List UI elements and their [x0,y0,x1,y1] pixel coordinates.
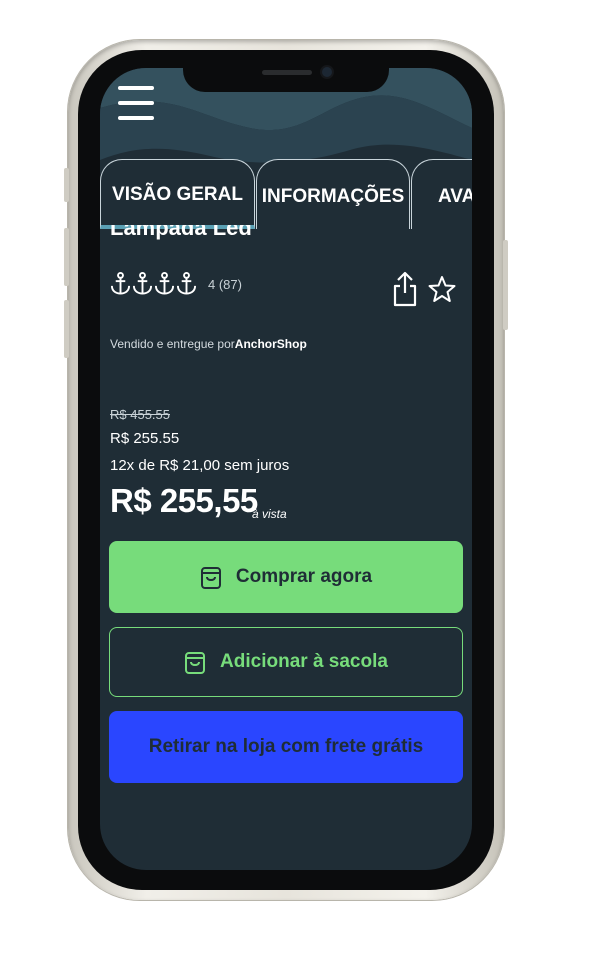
cash-price-label: à vista [252,507,287,521]
star-icon[interactable] [428,275,456,303]
add-to-bag-button[interactable]: Adicionar à sacola [109,627,463,697]
store-pickup-label: Retirar na loja com frete grátis [148,736,424,757]
phone-screen: VISÃO GERAL INFORMAÇÕES AVA Lampada Led [100,68,472,870]
seller-name[interactable]: AnchorShop [235,337,307,351]
tab-visao-geral[interactable]: VISÃO GERAL [100,159,255,229]
rating-count: 4 (87) [208,276,242,292]
buy-now-label: Comprar agora [235,566,373,587]
front-camera [322,67,332,77]
seller-prefix: Vendido e entregue por [110,337,235,351]
installments-info: 12x de R$ 21,00 sem juros [110,457,290,474]
anchor-icon [154,271,175,295]
anchor-icon [132,271,153,295]
rating: 4 (87) [110,271,242,297]
side-button [64,228,69,286]
share-icon[interactable] [392,271,418,307]
current-price: R$ 255.55 [110,430,180,447]
anchor-icon [176,271,197,295]
old-price: R$ 455.55 [110,407,170,422]
side-button [503,240,508,330]
seller-info: Vendido e entregue porAnchorShop [110,337,307,351]
tab-informacoes[interactable]: INFORMAÇÕES [256,159,410,229]
side-button [64,300,69,358]
store-pickup-button[interactable]: Retirar na loja com frete grátis [109,711,463,783]
shopping-bag-icon [185,652,206,674]
tab-bar: VISÃO GERAL INFORMAÇÕES AVA [100,159,472,231]
cash-price: R$ 255,55 [110,482,258,519]
hamburger-menu-icon[interactable] [118,86,154,120]
buy-now-button[interactable]: Comprar agora [109,541,463,613]
speaker-grille [262,70,312,75]
shopping-bag-icon [200,567,221,589]
add-to-bag-label: Adicionar à sacola [220,651,388,672]
tab-avaliacoes[interactable]: AVA [411,159,472,229]
side-button [64,168,69,202]
anchor-icon [110,271,131,295]
